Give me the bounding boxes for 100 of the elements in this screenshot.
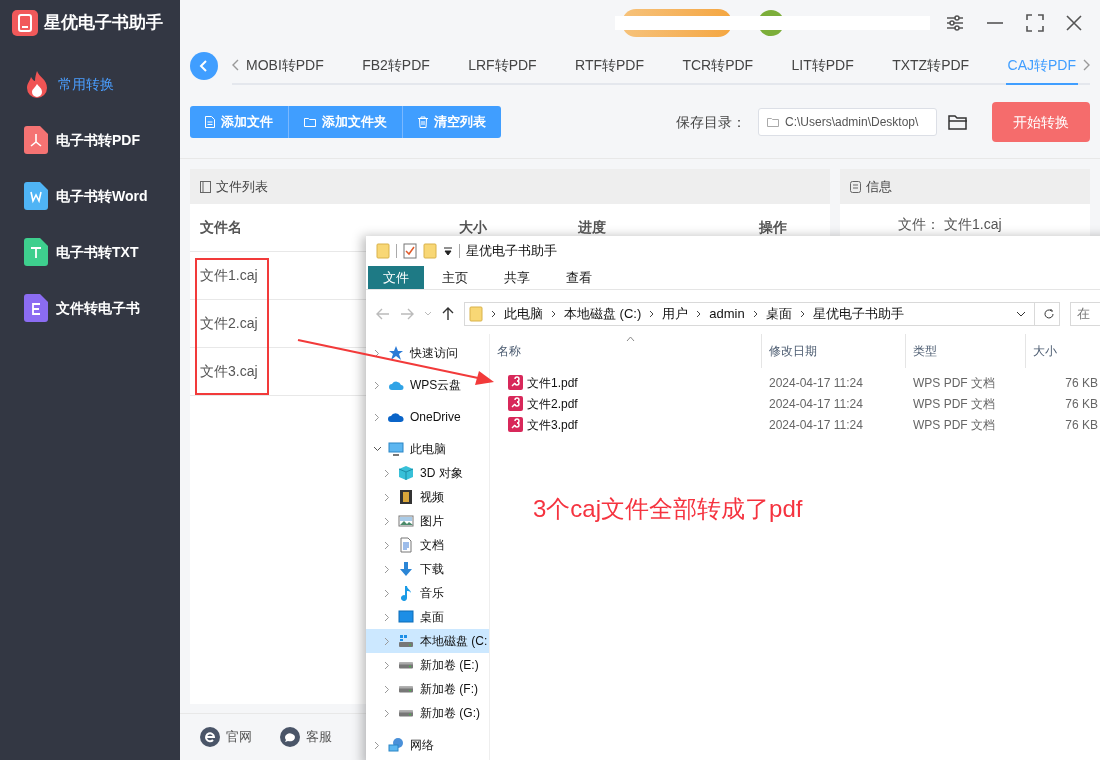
chevron-right-icon[interactable]	[382, 636, 392, 646]
sidebar-item[interactable]: 电子书转TXT	[56, 241, 139, 263]
chevron-right-icon[interactable]	[382, 660, 392, 670]
sort-caret-icon	[626, 336, 635, 342]
sidebar-item[interactable]: 电子书转Word	[56, 185, 148, 207]
ribbon-tab[interactable]: 共享	[486, 266, 548, 289]
file-type: WPS PDF 文档	[913, 375, 995, 390]
nav-item[interactable]: 视频	[420, 488, 444, 506]
file-size: 76 KB	[1065, 395, 1098, 413]
chevron-icon[interactable]	[551, 310, 556, 318]
chevron-right-icon[interactable]	[372, 348, 382, 358]
drive-icon	[398, 661, 414, 669]
tab[interactable]: LRF转PDF	[466, 47, 539, 85]
tab[interactable]: RTF转PDF	[573, 47, 646, 85]
chevron-right-icon[interactable]	[382, 564, 392, 574]
chevron-right-icon[interactable]	[372, 740, 382, 750]
tab[interactable]: TXTZ转PDF	[890, 47, 972, 85]
nav-item[interactable]: OneDrive	[410, 408, 461, 426]
nav-item[interactable]: 本地磁盘 (C:	[420, 632, 488, 650]
footer-link[interactable]: 客服	[306, 727, 332, 747]
chevron-icon[interactable]	[491, 310, 496, 318]
tab[interactable]: FB2转PDF	[360, 47, 432, 85]
dropdown-icon[interactable]	[443, 246, 453, 256]
nav-item[interactable]: 快速访问	[410, 344, 458, 362]
chevron-icon[interactable]	[649, 310, 655, 318]
column-header[interactable]: 大小	[1033, 342, 1057, 360]
breadcrumb-item[interactable]: 此电脑	[504, 304, 543, 324]
column-header[interactable]: 名称	[497, 342, 521, 360]
chevron-down-icon[interactable]	[372, 446, 382, 452]
chevron-right-icon[interactable]	[382, 468, 392, 478]
pdf-file-icon	[508, 375, 523, 390]
nav-item[interactable]: 3D 对象	[420, 464, 463, 482]
breadcrumb-item[interactable]: 星优电子书助手	[812, 304, 904, 324]
nav-item[interactable]: 桌面	[420, 608, 444, 626]
search-field[interactable]: 在	[1070, 302, 1100, 326]
sidebar-item[interactable]: 文件转电子书	[56, 297, 140, 319]
chevron-icon[interactable]	[752, 310, 758, 318]
tab[interactable]: MOBI转PDF	[244, 47, 326, 85]
network-icon	[388, 737, 404, 753]
chevron-right-icon[interactable]	[1082, 59, 1090, 71]
nav-item[interactable]: 网络	[410, 736, 434, 754]
fullscreen-icon[interactable]	[1026, 14, 1044, 32]
file-type: WPS PDF 文档	[913, 396, 995, 411]
download-arrow-icon	[398, 561, 414, 577]
ribbon-tab[interactable]: 主页	[424, 266, 486, 289]
column-header[interactable]: 类型	[913, 342, 937, 360]
address-bar[interactable]: 此电脑 本地磁盘 (C:) 用户 admin 桌面 星优电子书助手	[464, 302, 1060, 326]
breadcrumb-item[interactable]: 本地磁盘 (C:)	[564, 304, 642, 324]
chevron-icon[interactable]	[696, 310, 702, 318]
ribbon-tab[interactable]: 文件	[368, 266, 424, 289]
chevron-right-icon[interactable]	[382, 540, 392, 550]
checklist-icon[interactable]	[403, 243, 417, 259]
nav-item[interactable]: WPS云盘	[410, 376, 462, 394]
chevron-right-icon[interactable]	[372, 412, 382, 422]
image-icon	[398, 513, 414, 529]
folder-icon[interactable]	[948, 113, 968, 131]
caret-icon[interactable]	[1016, 310, 1026, 318]
column-header[interactable]: 修改日期	[769, 342, 817, 360]
back-arrow-icon[interactable]	[376, 308, 390, 320]
ribbon-tab[interactable]: 查看	[548, 266, 610, 289]
close-icon[interactable]	[1066, 15, 1082, 31]
nav-item[interactable]: 此电脑	[410, 440, 446, 458]
breadcrumb-item[interactable]: admin	[709, 304, 745, 324]
chevron-left-icon[interactable]	[232, 59, 240, 71]
chevron-right-icon[interactable]	[382, 516, 392, 526]
breadcrumb-item[interactable]: 用户	[662, 304, 689, 324]
chevron-right-icon[interactable]	[382, 492, 392, 502]
sidebar-item[interactable]: 常用转换	[58, 73, 114, 95]
tab[interactable]: LIT转PDF	[789, 47, 856, 85]
chevron-right-icon[interactable]	[382, 612, 392, 622]
chat-icon[interactable]	[280, 727, 300, 747]
nav-item[interactable]: 下载	[420, 560, 444, 578]
refresh-icon[interactable]	[1043, 308, 1055, 320]
tab[interactable]: TCR转PDF	[680, 47, 756, 85]
nav-item[interactable]: 音乐	[420, 584, 444, 602]
save-path-field[interactable]: C:\Users\admin\Desktop\	[758, 108, 937, 136]
window-title: 星优电子书助手	[466, 242, 557, 261]
file-name[interactable]: 文件1.pdf	[527, 373, 578, 392]
nav-item[interactable]: 新加卷 (E:)	[420, 656, 479, 674]
chevron-right-icon[interactable]	[382, 588, 392, 598]
up-arrow-icon[interactable]	[442, 307, 454, 321]
chevron-right-icon[interactable]	[382, 708, 392, 718]
chevron-right-icon[interactable]	[372, 380, 382, 390]
nav-item[interactable]: 新加卷 (F:)	[420, 680, 478, 698]
web-icon[interactable]	[200, 727, 220, 747]
file-name[interactable]: 文件3.pdf	[527, 415, 578, 434]
forward-arrow-icon[interactable]	[400, 308, 414, 320]
settings-icon[interactable]	[946, 14, 964, 32]
desktop-icon	[398, 609, 414, 625]
chevron-icon[interactable]	[799, 310, 805, 318]
back-button[interactable]	[190, 52, 218, 80]
breadcrumb-item[interactable]: 桌面	[765, 304, 792, 324]
nav-item[interactable]: 新加卷 (G:)	[420, 704, 480, 722]
nav-item[interactable]: 图片	[420, 512, 444, 530]
nav-item[interactable]: 文档	[420, 536, 444, 554]
chevron-right-icon[interactable]	[382, 684, 392, 694]
footer-link[interactable]: 官网	[226, 727, 252, 747]
file-name[interactable]: 文件2.pdf	[527, 394, 578, 413]
sidebar-item[interactable]: 电子书转PDF	[56, 129, 140, 151]
film-icon	[398, 489, 414, 505]
